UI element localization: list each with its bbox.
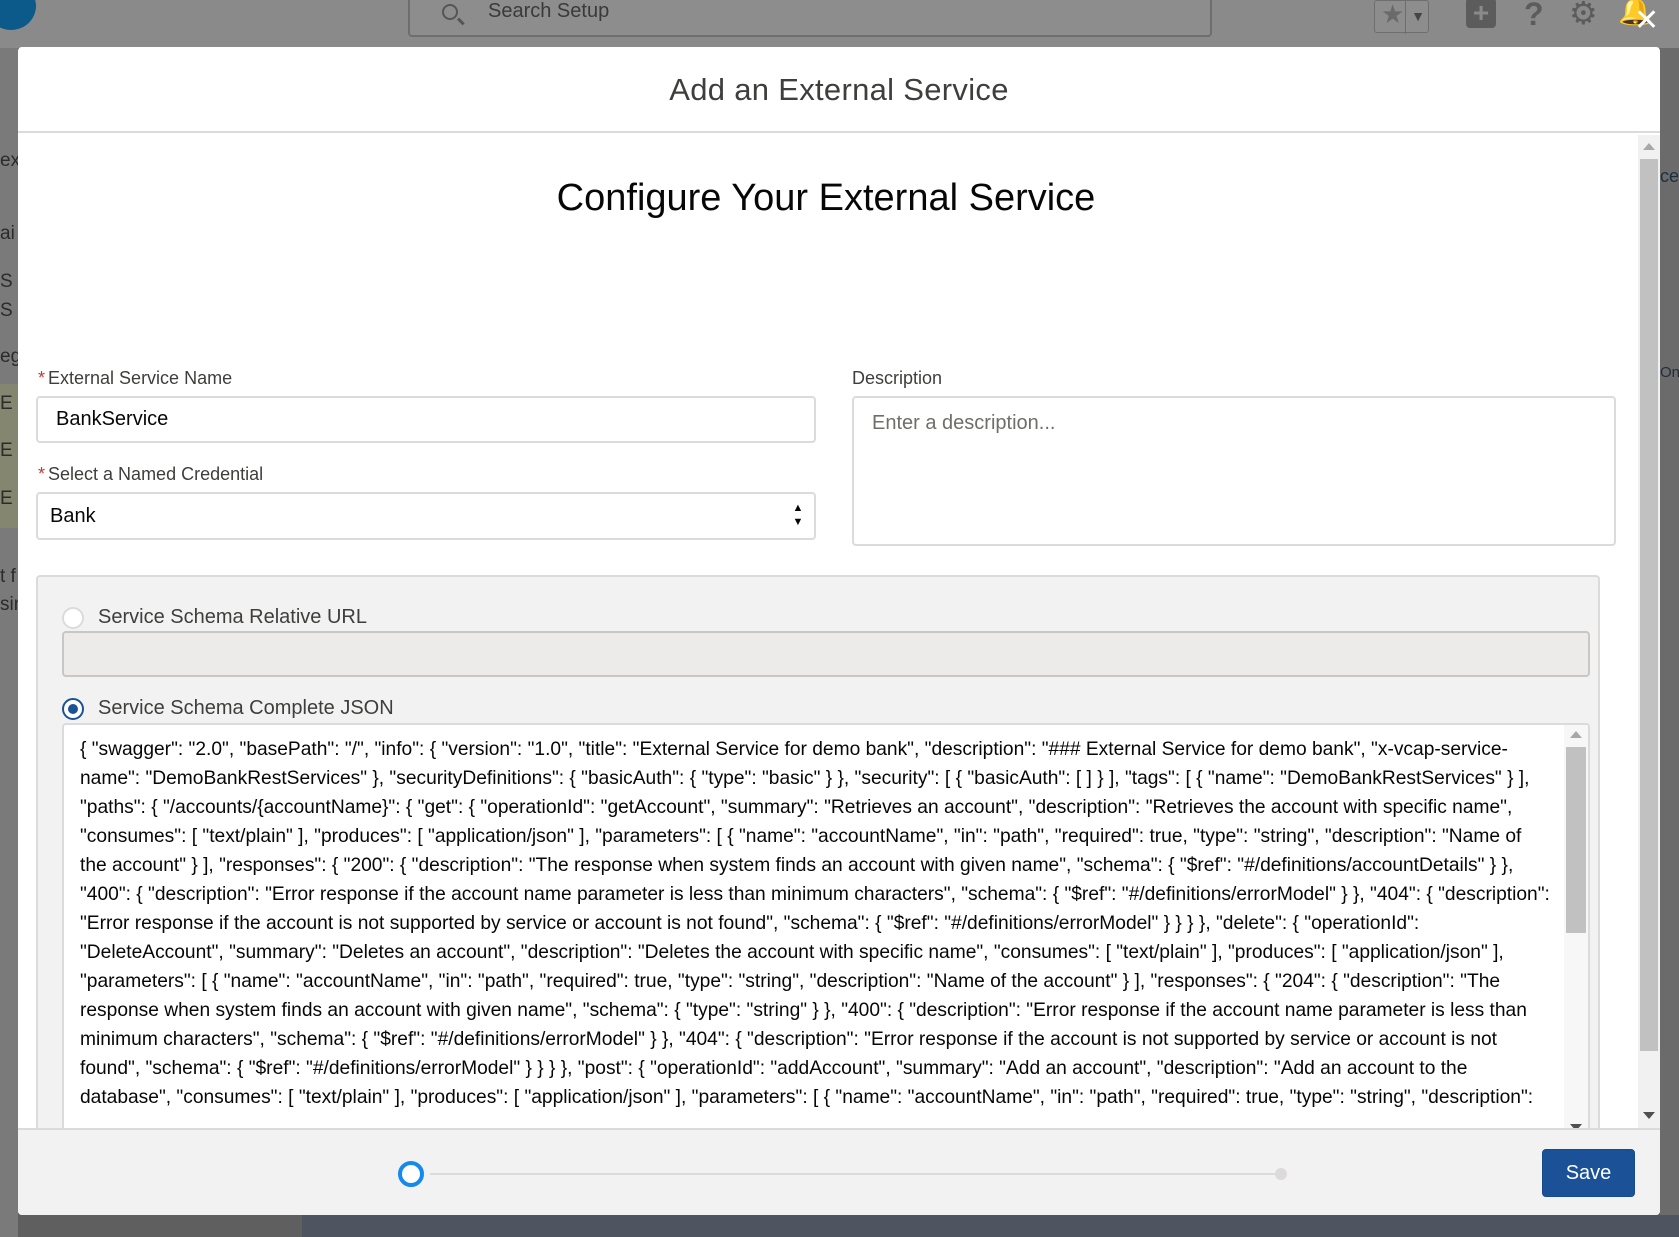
save-button[interactable]: Save — [1542, 1149, 1635, 1197]
required-marker: * — [38, 464, 46, 484]
modal-body: Configure Your External Service * Externa… — [18, 135, 1660, 1129]
chevron-down-icon: ▼ — [1405, 1, 1430, 34]
scroll-thumb[interactable] — [1640, 159, 1658, 1051]
named-credential-value: Bank — [50, 504, 96, 527]
schema-complete-json-label[interactable]: Service Schema Complete JSON — [98, 697, 394, 720]
setup-search: Search Setup — [408, 0, 1212, 37]
named-credential-label: * Select a Named Credential — [38, 464, 264, 484]
search-placeholder: Search Setup — [488, 0, 610, 22]
background-header: Search Setup ★ ▼ + ? ⚙ 🔔 — [0, 0, 1679, 48]
description-placeholder: Enter a description... — [872, 412, 1056, 434]
app-logo — [0, 0, 36, 30]
background-right-panel: ce On — [1660, 48, 1679, 1237]
service-name-input[interactable]: BankService — [36, 396, 816, 443]
add-external-service-modal: Add an External Service Configure Your E… — [18, 47, 1660, 1215]
description-textarea[interactable]: Enter a description... — [852, 396, 1616, 546]
background-text: t f — [0, 566, 16, 587]
progress-step-final — [1275, 1168, 1287, 1180]
add-icon: + — [1466, 0, 1496, 28]
modal-header: Add an External Service — [18, 47, 1660, 133]
background-text: S — [0, 300, 13, 321]
background-text: ce — [1660, 166, 1679, 186]
page-title: Configure Your External Service — [556, 177, 1096, 219]
required-marker: * — [38, 368, 46, 388]
favorites-button: ★ ▼ — [1374, 0, 1430, 34]
background-text: E — [0, 488, 13, 509]
schema-relative-url-input[interactable] — [62, 631, 1590, 677]
schema-relative-url-label[interactable]: Service Schema Relative URL — [98, 606, 367, 629]
schema-json-textarea[interactable]: { "swagger": "2.0", "basePath": "/", "in… — [62, 723, 1590, 1129]
background-text: ai — [0, 223, 15, 244]
scroll-up-icon[interactable] — [1643, 143, 1655, 150]
background-left-panel: ex ai S S eg E E E t f sin — [0, 48, 24, 1237]
schema-complete-json-radio[interactable] — [62, 698, 84, 720]
background-text: E — [0, 440, 13, 461]
service-name-label: * External Service Name — [38, 368, 233, 388]
schema-section: Service Schema Relative URL Service Sche… — [36, 575, 1600, 1129]
modal-title: Add an External Service — [669, 72, 1009, 107]
background-footer — [302, 1215, 1679, 1237]
schema-json-text: { "swagger": "2.0", "basePath": "/", "in… — [80, 739, 1550, 1108]
close-icon[interactable]: ✕ — [1634, 6, 1659, 36]
json-scrollbar[interactable] — [1564, 725, 1588, 1129]
gear-icon: ⚙ — [1569, 0, 1598, 31]
scroll-up-icon[interactable] — [1570, 731, 1582, 738]
progress-step-current — [398, 1161, 424, 1187]
background-text: E — [0, 393, 13, 414]
star-icon: ★ — [1381, 0, 1405, 29]
background-text: On — [1660, 364, 1679, 381]
modal-body-scrollbar[interactable] — [1638, 135, 1660, 1129]
schema-relative-url-radio[interactable] — [62, 607, 84, 629]
description-label: Description — [852, 368, 943, 388]
named-credential-select[interactable]: Bank ▲ ▼ — [36, 492, 816, 540]
search-icon — [442, 4, 458, 20]
scroll-thumb[interactable] — [1566, 747, 1586, 933]
service-name-value: BankService — [56, 408, 169, 430]
select-arrows-icon: ▲ ▼ — [792, 502, 804, 528]
help-icon: ? — [1524, 0, 1544, 32]
scroll-down-icon[interactable] — [1643, 1112, 1655, 1119]
background-text: S — [0, 271, 13, 292]
progress-track — [430, 1173, 1278, 1175]
modal-footer: Save — [18, 1128, 1660, 1215]
